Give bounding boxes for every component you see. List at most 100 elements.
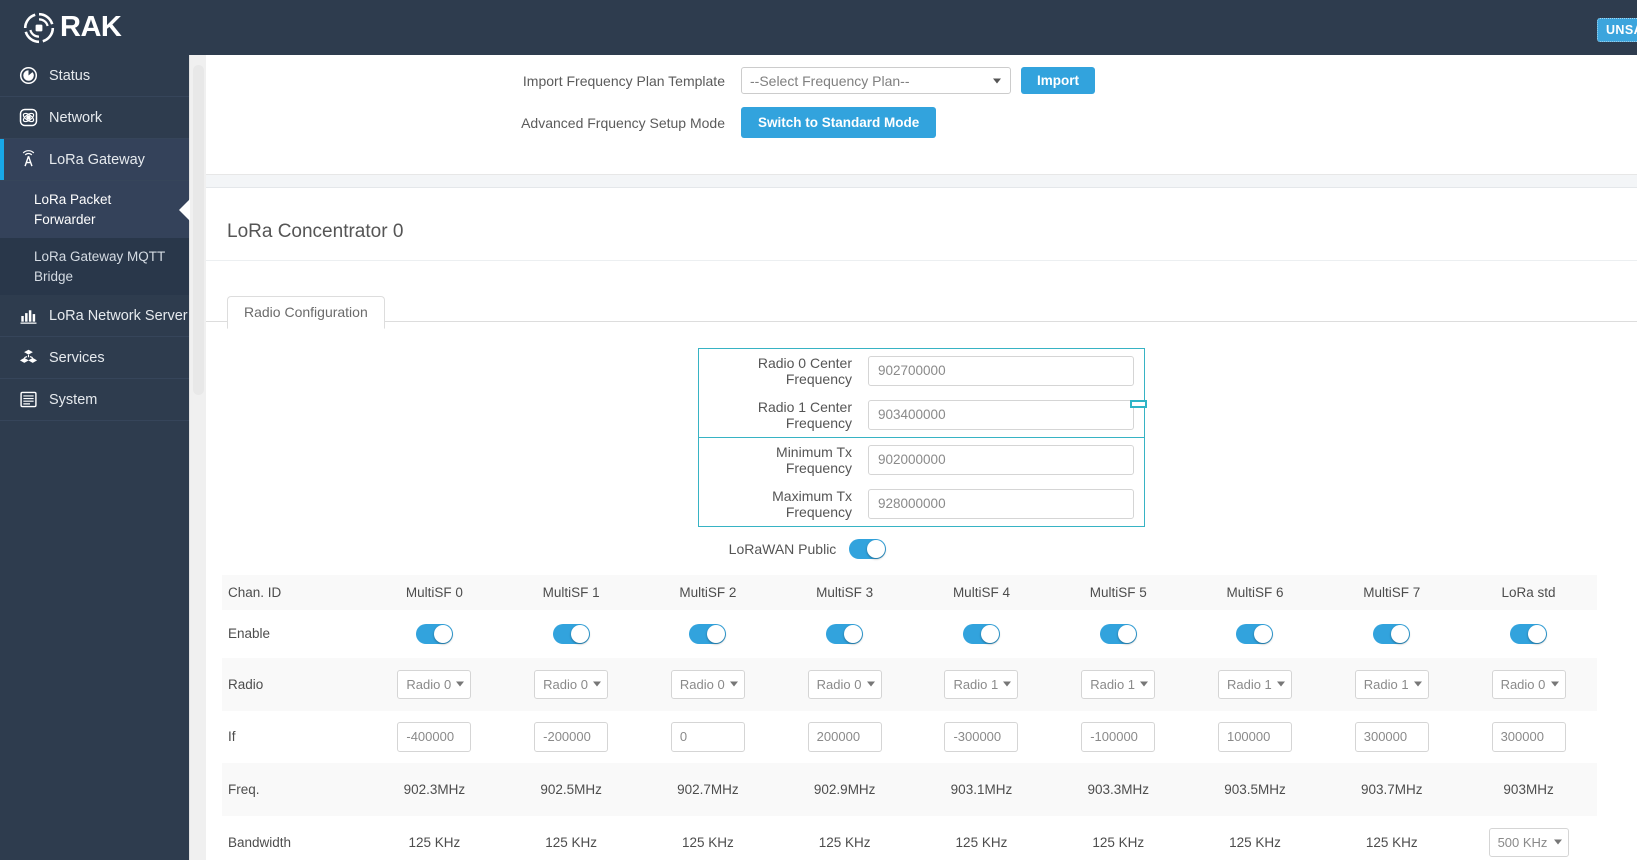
radio-cell: Radio 0 bbox=[1460, 658, 1597, 711]
enable-toggle-1[interactable] bbox=[552, 623, 590, 644]
bandwidth-value-3: 125 KHz bbox=[818, 834, 871, 850]
radio-select-value: Radio 0 bbox=[679, 676, 725, 692]
toggle-knob bbox=[1117, 624, 1136, 643]
radio0-center-frequency-input[interactable]: 902700000 bbox=[868, 355, 1134, 386]
if-input-6[interactable]: 100000 bbox=[1217, 721, 1292, 752]
radio1-center-frequency-input[interactable]: 903400000 bbox=[868, 399, 1134, 430]
cubes-icon bbox=[18, 348, 38, 368]
collapsed-field-stub[interactable] bbox=[1130, 400, 1147, 408]
column-header-multisf-2: MultiSF 2 bbox=[679, 584, 737, 600]
radio-select-0[interactable]: Radio 0 bbox=[397, 669, 472, 699]
if-input-1[interactable]: -200000 bbox=[534, 721, 609, 752]
sidebar-item-lora-gateway[interactable]: LoRa Gateway bbox=[0, 139, 189, 181]
minimum-tx-frequency-input[interactable]: 902000000 bbox=[868, 444, 1134, 475]
toggle-knob bbox=[867, 539, 886, 558]
column-header-multisf-7: MultiSF 7 bbox=[1363, 584, 1421, 600]
lorawan-public-toggle[interactable] bbox=[849, 538, 887, 559]
if-input-4[interactable]: -300000 bbox=[944, 721, 1019, 752]
page-scrollbar-thumb[interactable] bbox=[193, 65, 204, 395]
if-cell: 0 bbox=[640, 711, 777, 763]
sidebar-item-status[interactable]: Status bbox=[0, 55, 189, 97]
chevron-down-icon bbox=[866, 681, 875, 687]
enable-toggle-6[interactable] bbox=[1236, 623, 1274, 644]
radio-select-6[interactable]: Radio 1 bbox=[1217, 669, 1292, 699]
if-cell: -400000 bbox=[366, 711, 503, 763]
if-input-3[interactable]: 200000 bbox=[807, 721, 882, 752]
column-header-multisf-0: MultiSF 0 bbox=[405, 584, 463, 600]
enable-toggle-4[interactable] bbox=[962, 623, 1000, 644]
enable-cell bbox=[366, 610, 503, 658]
enable-toggle-7[interactable] bbox=[1373, 623, 1411, 644]
maximum-tx-frequency-input[interactable]: 928000000 bbox=[868, 488, 1134, 519]
import-button[interactable]: Import bbox=[1021, 67, 1095, 94]
page-scrollbar-track[interactable] bbox=[189, 55, 206, 860]
rak-swirl-logo-icon bbox=[22, 11, 56, 45]
enable-cell bbox=[1460, 610, 1597, 658]
if-input-5[interactable]: -100000 bbox=[1081, 721, 1156, 752]
sidebar-item-system[interactable]: System bbox=[0, 379, 189, 422]
enable-toggle-3[interactable] bbox=[826, 623, 864, 644]
brand-logo[interactable]: RAK bbox=[22, 11, 122, 45]
radio0-center-frequency-row: Radio 0 Center Frequency 902700000 bbox=[699, 349, 1144, 393]
column-header-multisf-4: MultiSF 4 bbox=[952, 584, 1010, 600]
radio1-center-frequency-row: Radio 1 Center Frequency 903400000 bbox=[699, 393, 1144, 437]
if-input-0[interactable]: -400000 bbox=[397, 721, 472, 752]
table-row-enable: Enable bbox=[222, 610, 1597, 658]
advanced-mode-row: Advanced Frquency Setup Mode Switch to S… bbox=[206, 107, 1637, 138]
freq-value-7: 903.7MHz bbox=[1360, 781, 1423, 797]
radio-select-1[interactable]: Radio 0 bbox=[534, 669, 609, 699]
bandwidth-value-5: 125 KHz bbox=[1092, 834, 1145, 850]
if-input-2[interactable]: 0 bbox=[670, 721, 745, 752]
bandwidth-value-1: 125 KHz bbox=[545, 834, 598, 850]
enable-toggle-0[interactable] bbox=[415, 623, 453, 644]
if-cell: -300000 bbox=[913, 711, 1050, 763]
enable-toggle-8[interactable] bbox=[1510, 623, 1548, 644]
toggle-knob bbox=[1391, 624, 1410, 643]
if-cell: 300000 bbox=[1460, 711, 1597, 763]
chevron-down-icon bbox=[993, 78, 1001, 83]
sidebar-item-network[interactable]: Network bbox=[0, 97, 189, 139]
switch-to-standard-mode-button[interactable]: Switch to Standard Mode bbox=[741, 107, 937, 138]
sidebar-subitem-label: LoRa Gateway MQTT Bridge bbox=[34, 249, 166, 284]
import-template-label: Import Frequency Plan Template bbox=[522, 72, 725, 89]
enable-cell bbox=[1323, 610, 1460, 658]
unsaved-changes-badge[interactable]: UNSAVED bbox=[1597, 18, 1637, 42]
table-row-bandwidth: Bandwidth 125 KHz 125 KHz 125 KHz 125 KHz 125… bbox=[222, 816, 1597, 860]
if-cell: 100000 bbox=[1187, 711, 1324, 763]
enable-toggle-5[interactable] bbox=[1099, 623, 1137, 644]
radio-select-value: Radio 1 bbox=[1363, 676, 1409, 692]
sidebar-item-services[interactable]: Services bbox=[0, 337, 189, 380]
brand-name: RAK bbox=[60, 11, 122, 43]
radio-select-5[interactable]: Radio 1 bbox=[1081, 669, 1156, 699]
column-header-lora-std: LoRa std bbox=[1501, 584, 1556, 600]
sidebar-item-lora-network-server[interactable]: LoRa Network Server bbox=[0, 295, 189, 338]
center-frequency-group: Radio 0 Center Frequency 902700000 Radio… bbox=[698, 347, 1145, 438]
radio-select-7[interactable]: Radio 1 bbox=[1354, 669, 1429, 699]
if-input-8[interactable]: 300000 bbox=[1491, 721, 1566, 752]
enable-toggle-2[interactable] bbox=[689, 623, 727, 644]
freq-value-2: 902.7MHz bbox=[677, 781, 739, 797]
chevron-down-icon bbox=[456, 681, 465, 687]
enable-cell bbox=[1050, 610, 1187, 658]
radio-select-3[interactable]: Radio 0 bbox=[807, 669, 882, 699]
tx-frequency-group: Minimum Tx Frequency 902000000 Maximum T… bbox=[698, 437, 1145, 527]
freq-value-1: 902.5MHz bbox=[540, 781, 602, 797]
antenna-icon bbox=[18, 150, 38, 170]
column-header-multisf-5: MultiSF 5 bbox=[1089, 584, 1147, 600]
tab-radio-configuration[interactable]: Radio Configuration bbox=[227, 295, 385, 329]
lora-concentrator-card: LoRa Concentrator 0 Radio Configuration … bbox=[206, 187, 1637, 860]
sidebar-subitem-lora-packet-forwarder[interactable]: LoRa Packet Forwarder bbox=[0, 181, 189, 239]
row-label-radio: Radio bbox=[228, 676, 264, 692]
radio-select-8[interactable]: Radio 0 bbox=[1491, 669, 1566, 699]
sidebar-subitem-lora-gateway-mqtt-bridge[interactable]: LoRa Gateway MQTT Bridge bbox=[0, 238, 189, 295]
radio-select-2[interactable]: Radio 0 bbox=[670, 669, 745, 699]
if-cell: -200000 bbox=[503, 711, 640, 763]
radio-select-4[interactable]: Radio 1 bbox=[944, 669, 1019, 699]
import-template-row: Import Frequency Plan Template --Select … bbox=[206, 67, 1637, 94]
bandwidth-select-8[interactable]: 500 KHz bbox=[1488, 827, 1569, 857]
frequency-plan-select[interactable]: --Select Frequency Plan-- bbox=[741, 67, 1011, 94]
sidebar-nav: Status Network LoRa Gateway LoRa Packet … bbox=[0, 55, 189, 860]
advanced-mode-label: Advanced Frquency Setup Mode bbox=[521, 114, 725, 131]
if-input-7[interactable]: 300000 bbox=[1354, 721, 1429, 752]
radio-select-value: Radio 0 bbox=[406, 676, 452, 692]
